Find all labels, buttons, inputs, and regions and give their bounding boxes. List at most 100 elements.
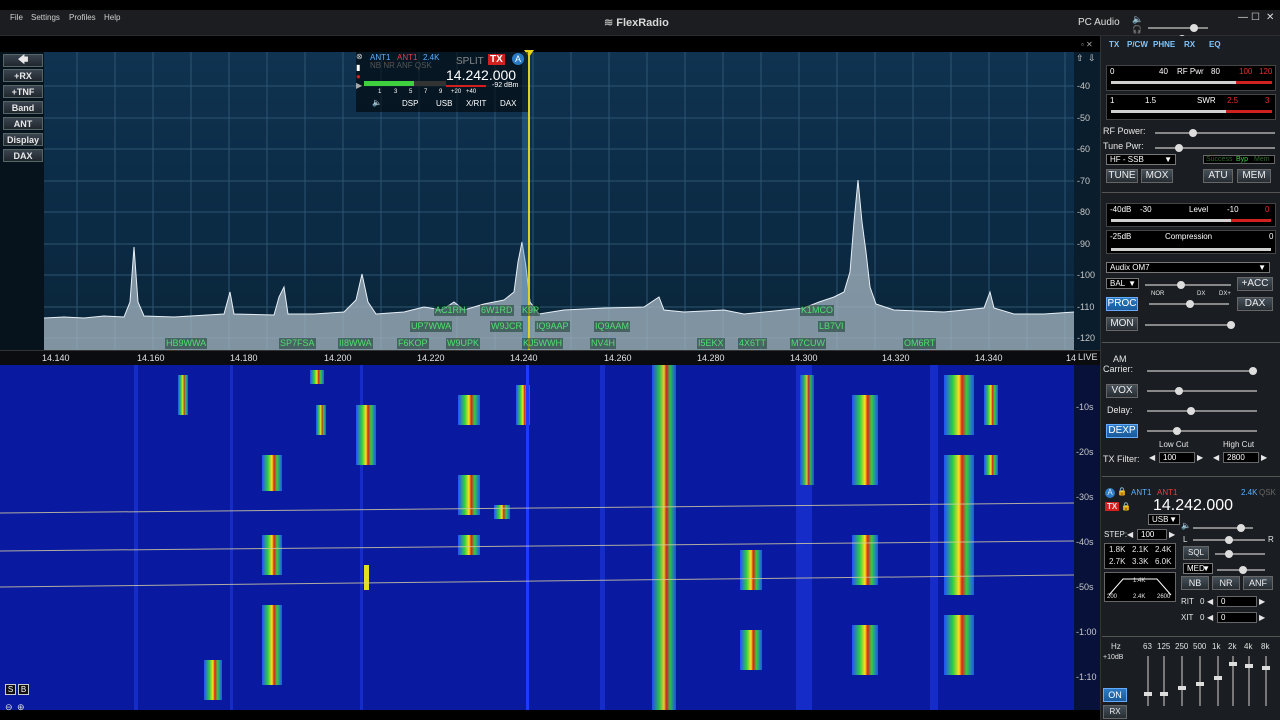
xit-input[interactable]: 0 bbox=[1217, 612, 1257, 623]
spot-label[interactable]: F6KOP bbox=[397, 338, 429, 349]
slider-knob[interactable] bbox=[1225, 550, 1233, 558]
lock-icon[interactable]: ⊗ bbox=[356, 52, 363, 61]
speaker-icon[interactable]: 🔈 bbox=[372, 98, 382, 107]
slider-knob[interactable] bbox=[1227, 321, 1235, 329]
anf-button[interactable]: ANF bbox=[1243, 576, 1273, 590]
filter-preset[interactable]: 6.0K bbox=[1155, 557, 1171, 566]
eq-slider-2k[interactable] bbox=[1229, 656, 1237, 706]
mox-button[interactable]: MOX bbox=[1141, 169, 1173, 183]
step-increase-icon[interactable]: ▶ bbox=[1169, 530, 1175, 539]
tab-rx[interactable]: RX bbox=[1184, 40, 1195, 49]
slice-a-icon[interactable]: A bbox=[1105, 488, 1115, 498]
low-cut-decrease-icon[interactable]: ◀ bbox=[1149, 453, 1155, 462]
filter-preset[interactable]: 2.1K bbox=[1132, 545, 1148, 554]
slider-knob[interactable] bbox=[1190, 24, 1198, 32]
slider-knob[interactable] bbox=[1175, 144, 1183, 152]
low-cut-input[interactable]: 100 bbox=[1159, 452, 1195, 463]
b-button[interactable]: B bbox=[18, 684, 29, 695]
slider-knob[interactable] bbox=[1175, 387, 1183, 395]
spot-label[interactable]: LB7VI bbox=[818, 321, 845, 332]
xit-decrease-icon[interactable]: ◀ bbox=[1207, 613, 1213, 622]
menu-file[interactable]: File bbox=[10, 13, 23, 22]
add-acc-button[interactable]: +ACC bbox=[1237, 277, 1273, 291]
slider-knob[interactable] bbox=[1189, 129, 1197, 137]
low-cut-increase-icon[interactable]: ▶ bbox=[1197, 453, 1203, 462]
eq-slider-63[interactable] bbox=[1144, 656, 1152, 706]
slider-knob[interactable] bbox=[1186, 300, 1194, 308]
mic-source-select[interactable]: BAL ▼ bbox=[1106, 278, 1139, 289]
slider-knob[interactable] bbox=[1239, 566, 1247, 574]
tune-button[interactable]: TUNE bbox=[1106, 169, 1138, 183]
eq-slider-knob[interactable] bbox=[1262, 666, 1270, 670]
scale-down-icon[interactable]: ⇩ bbox=[1088, 53, 1096, 64]
tab-dax[interactable]: DAX bbox=[500, 99, 516, 108]
spot-label[interactable]: IQ9AAP bbox=[535, 321, 570, 332]
squelch-slider[interactable] bbox=[1215, 550, 1265, 558]
tx-profile-select[interactable]: HF - SSB ▼ bbox=[1106, 154, 1176, 165]
tab-dsp[interactable]: DSP bbox=[402, 99, 418, 108]
close-button[interactable]: ✕ bbox=[1266, 12, 1274, 23]
am-carrier-slider[interactable] bbox=[1147, 367, 1257, 375]
waterfall[interactable] bbox=[0, 365, 1074, 710]
filter-preset[interactable]: 2.7K bbox=[1109, 557, 1125, 566]
filter-preset[interactable]: 1.8K bbox=[1109, 545, 1125, 554]
spot-label[interactable]: SP7FSA bbox=[279, 338, 316, 349]
frequency-axis[interactable]: 14.140 14.160 14.180 14.200 14.220 14.24… bbox=[0, 350, 1100, 365]
zoom-out-icon[interactable]: ⊖ bbox=[5, 702, 13, 712]
split-label[interactable]: SPLIT bbox=[456, 56, 484, 67]
slider-knob[interactable] bbox=[1237, 524, 1245, 532]
vox-level-slider[interactable] bbox=[1147, 387, 1257, 395]
menu-help[interactable]: Help bbox=[104, 13, 120, 22]
filter-shape-display[interactable]: 1.4K 200 2.4K 2600 bbox=[1104, 572, 1176, 602]
vox-button[interactable]: VOX bbox=[1106, 384, 1138, 398]
eq-slider-knob[interactable] bbox=[1196, 682, 1204, 686]
add-rx-button[interactable]: +RX bbox=[3, 69, 43, 82]
minimize-button[interactable]: — bbox=[1238, 12, 1248, 23]
maximize-button[interactable]: ☐ bbox=[1251, 12, 1260, 23]
eq-rx-button[interactable]: RX bbox=[1103, 705, 1127, 719]
slider-knob[interactable] bbox=[1173, 427, 1181, 435]
rf-power-slider[interactable] bbox=[1155, 129, 1275, 137]
xit-label[interactable]: XIT bbox=[1181, 613, 1193, 622]
pc-audio-volume-slider[interactable] bbox=[1148, 24, 1208, 32]
slice-flag[interactable]: ⊗ ANT1 ANT1 2.4K NB NR ANF QSK SPLIT TX … bbox=[356, 52, 528, 112]
zoom-in-icon[interactable]: ⊕ bbox=[17, 702, 25, 712]
spot-label[interactable]: W9UPK bbox=[446, 338, 481, 349]
mode-select[interactable]: USB ▼ bbox=[1148, 514, 1180, 525]
nb-button[interactable]: NB bbox=[1181, 576, 1209, 590]
tx-dax-button[interactable]: DAX bbox=[1237, 297, 1273, 311]
agc-select[interactable]: MED ▼ bbox=[1183, 563, 1213, 574]
collapse-arrow-icon[interactable]: 🡄 bbox=[3, 54, 43, 67]
eq-slider-knob[interactable] bbox=[1160, 692, 1168, 696]
db-scale[interactable]: ⇧ ⇩ -40 -50 -60 -70 -80 -90 -100 -110 -1… bbox=[1074, 52, 1100, 350]
spot-label[interactable]: AC1RH bbox=[434, 305, 467, 316]
proc-slider[interactable] bbox=[1149, 300, 1229, 308]
spot-label[interactable]: 6W1RD bbox=[480, 305, 514, 316]
headphone-icon[interactable]: 🎧 bbox=[1132, 25, 1142, 34]
eq-slider-500[interactable] bbox=[1196, 656, 1204, 706]
tab-xrit[interactable]: X/RIT bbox=[466, 99, 486, 108]
tune-power-slider[interactable] bbox=[1155, 144, 1275, 152]
tab-pcw[interactable]: P/CW bbox=[1127, 40, 1148, 49]
filter-preset[interactable]: 3.3K bbox=[1132, 557, 1148, 566]
slice-rx-ant[interactable]: ANT1 bbox=[1131, 488, 1151, 497]
spot-label[interactable]: K9P bbox=[521, 305, 541, 316]
filter-preset[interactable]: 2.4K bbox=[1155, 545, 1171, 554]
slider-knob[interactable] bbox=[1249, 367, 1257, 375]
eq-slider-4k[interactable] bbox=[1245, 656, 1253, 706]
panadapter[interactable] bbox=[44, 52, 1074, 350]
spot-label[interactable]: M7CUW bbox=[790, 338, 826, 349]
spot-label[interactable]: OM6RT bbox=[903, 338, 937, 349]
spot-label[interactable]: HB9WWA bbox=[165, 338, 208, 349]
proc-button[interactable]: PROC bbox=[1106, 297, 1138, 311]
slice-frequency[interactable]: 14.242.000 bbox=[446, 67, 516, 83]
agc-threshold-slider[interactable] bbox=[1217, 566, 1265, 574]
menu-profiles[interactable]: Profiles bbox=[69, 13, 96, 22]
sql-button[interactable]: SQL bbox=[1183, 546, 1209, 560]
spot-label[interactable]: NV4H bbox=[590, 338, 617, 349]
eq-slider-125[interactable] bbox=[1160, 656, 1168, 706]
spot-label[interactable]: 4X6TT bbox=[738, 338, 768, 349]
atu-button[interactable]: ATU bbox=[1203, 169, 1233, 183]
high-cut-decrease-icon[interactable]: ◀ bbox=[1213, 453, 1219, 462]
spot-label[interactable]: UP7WWA bbox=[410, 321, 453, 332]
